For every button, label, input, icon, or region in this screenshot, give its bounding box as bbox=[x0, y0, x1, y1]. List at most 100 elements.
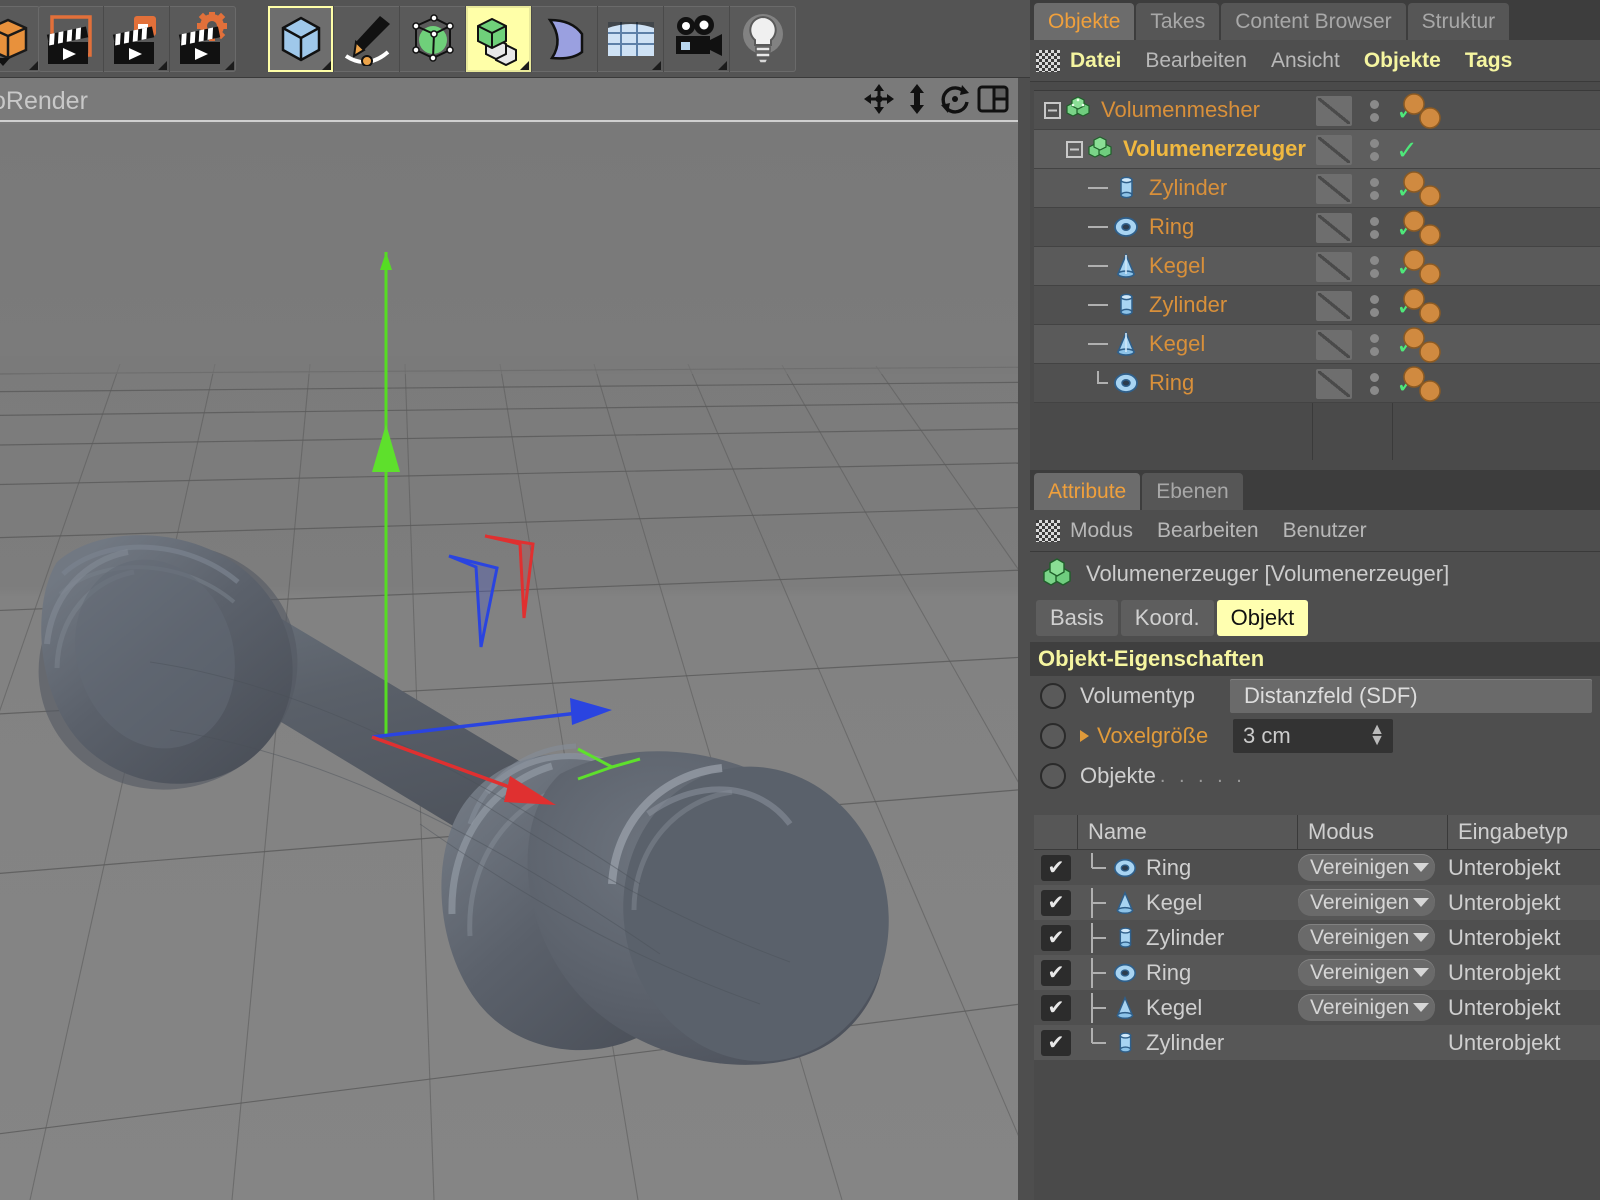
scene-objects-button[interactable] bbox=[598, 6, 664, 72]
tag-icons[interactable] bbox=[1400, 248, 1452, 286]
mode-dropdown[interactable]: Vereinigen bbox=[1298, 889, 1436, 916]
nurbs-button[interactable] bbox=[400, 6, 466, 72]
tab-attribute[interactable]: Attribute bbox=[1034, 473, 1141, 510]
row-checkbox[interactable]: ✔ bbox=[1041, 924, 1071, 951]
voxelgroesse-input[interactable]: 3 cm ▲ ▼ bbox=[1233, 719, 1393, 753]
visibility-dots[interactable] bbox=[1352, 177, 1396, 200]
expander-triangle-icon[interactable] bbox=[1080, 730, 1089, 742]
stepper-icon[interactable]: ▲ ▼ bbox=[1369, 722, 1385, 749]
row-checkbox[interactable]: ✔ bbox=[1041, 1029, 1071, 1056]
layer-swatch[interactable] bbox=[1316, 173, 1352, 204]
visibility-dots[interactable] bbox=[1352, 333, 1396, 356]
pill-basis[interactable]: Basis bbox=[1036, 600, 1118, 636]
tree-row-ring-2[interactable]: Ring ✓ bbox=[1034, 364, 1600, 403]
menu-datei[interactable]: Datei bbox=[1070, 49, 1121, 73]
voxelgroesse-value: 3 cm bbox=[1243, 723, 1291, 748]
menu-bearbeiten-attr[interactable]: Bearbeiten bbox=[1157, 519, 1259, 543]
table-row[interactable]: ✔ Zylinder Vereinigen Unterobjekt bbox=[1034, 920, 1600, 955]
table-row[interactable]: ✔ Kegel Vereinigen Unterobjekt bbox=[1034, 990, 1600, 1025]
tag-icons[interactable] bbox=[1400, 170, 1452, 208]
menu-objekte[interactable]: Objekte bbox=[1364, 49, 1441, 73]
menu-bearbeiten[interactable]: Bearbeiten bbox=[1145, 49, 1247, 73]
row-checkbox[interactable]: ✔ bbox=[1041, 959, 1071, 986]
menu-benutzer[interactable]: Benutzer bbox=[1283, 519, 1367, 543]
tree-row-volumenerzeuger[interactable]: Volumenerzeuger ✓ bbox=[1034, 130, 1600, 169]
mode-dropdown[interactable]: Vereinigen bbox=[1298, 959, 1436, 986]
viewport[interactable]: oRender bbox=[0, 78, 1018, 1200]
visibility-dots[interactable] bbox=[1352, 294, 1396, 317]
layer-swatch[interactable] bbox=[1316, 212, 1352, 243]
render-picture-viewer-button[interactable] bbox=[104, 6, 170, 72]
mode-dropdown[interactable]: Vereinigen bbox=[1298, 854, 1436, 881]
dolly-camera-icon[interactable] bbox=[900, 82, 934, 116]
pill-objekt[interactable]: Objekt bbox=[1216, 600, 1309, 636]
menu-tags[interactable]: Tags bbox=[1465, 49, 1512, 73]
tag-icons[interactable] bbox=[1400, 209, 1452, 247]
render-view-button[interactable] bbox=[38, 6, 104, 72]
primitives-button[interactable] bbox=[268, 6, 334, 72]
expander-icon[interactable] bbox=[1064, 138, 1086, 160]
mode-dropdown[interactable]: Vereinigen bbox=[1298, 994, 1436, 1021]
tab-takes[interactable]: Takes bbox=[1136, 3, 1220, 40]
tag-icons[interactable] bbox=[1400, 287, 1452, 325]
visibility-dots[interactable] bbox=[1352, 255, 1396, 278]
tree-row-zylinder-1[interactable]: Zylinder ✓ bbox=[1034, 169, 1600, 208]
tree-row-zylinder-2[interactable]: Zylinder ✓ bbox=[1034, 286, 1600, 325]
volumentyp-select[interactable]: Distanzfeld (SDF) bbox=[1230, 679, 1592, 713]
pill-koord[interactable]: Koord. bbox=[1120, 600, 1214, 636]
move-camera-icon[interactable] bbox=[862, 82, 896, 116]
render-settings-button[interactable] bbox=[170, 6, 236, 72]
table-row[interactable]: ✔ Zylinder Unterobjekt bbox=[1034, 1025, 1600, 1060]
visibility-dots[interactable] bbox=[1352, 372, 1396, 395]
tree-row-kegel-1[interactable]: Kegel ✓ bbox=[1034, 247, 1600, 286]
viewport-3d-scene[interactable] bbox=[0, 124, 1018, 1200]
undo-button[interactable] bbox=[0, 6, 40, 72]
layer-swatch[interactable] bbox=[1316, 251, 1352, 282]
volume-button[interactable] bbox=[466, 6, 532, 72]
row-checkbox[interactable]: ✔ bbox=[1041, 854, 1071, 881]
animate-dot-icon[interactable] bbox=[1040, 683, 1066, 709]
drag-handle-icon[interactable] bbox=[1036, 49, 1060, 72]
mode-dropdown[interactable]: Vereinigen bbox=[1298, 924, 1436, 951]
menu-modus[interactable]: Modus bbox=[1070, 519, 1133, 543]
tag-icons[interactable] bbox=[1400, 365, 1452, 403]
enabled-check-icon[interactable]: ✓ bbox=[1396, 137, 1418, 163]
visibility-dots[interactable] bbox=[1352, 138, 1396, 161]
tab-content-browser[interactable]: Content Browser bbox=[1221, 3, 1406, 40]
table-row[interactable]: ✔ Ring Vereinigen Unterobjekt bbox=[1034, 955, 1600, 990]
row-checkbox[interactable]: ✔ bbox=[1041, 889, 1071, 916]
tab-ebenen[interactable]: Ebenen bbox=[1142, 473, 1243, 510]
viewport-layout-icon[interactable] bbox=[976, 82, 1010, 116]
layer-swatch[interactable] bbox=[1316, 290, 1352, 321]
tag-icons[interactable] bbox=[1400, 92, 1452, 130]
tab-struktur[interactable]: Struktur bbox=[1407, 3, 1510, 40]
row-checkbox[interactable]: ✔ bbox=[1041, 994, 1071, 1021]
table-row[interactable]: ✔ Ring Vereinigen Unterobjekt bbox=[1034, 850, 1600, 885]
drag-handle-icon[interactable] bbox=[1036, 519, 1060, 542]
menu-ansicht[interactable]: Ansicht bbox=[1271, 49, 1340, 73]
tree-line-icon bbox=[1088, 343, 1108, 345]
rotate-camera-icon[interactable] bbox=[938, 82, 972, 116]
property-label: Volumentyp bbox=[1080, 683, 1195, 708]
light-button[interactable] bbox=[730, 6, 796, 72]
tab-objekte[interactable]: Objekte bbox=[1034, 3, 1135, 40]
layer-swatch[interactable] bbox=[1316, 134, 1352, 165]
animate-dot-icon[interactable] bbox=[1040, 763, 1066, 789]
animate-dot-icon[interactable] bbox=[1040, 723, 1066, 749]
visibility-dots[interactable] bbox=[1352, 99, 1396, 122]
tag-icons[interactable] bbox=[1400, 326, 1452, 364]
layer-swatch[interactable] bbox=[1316, 368, 1352, 399]
layer-swatch[interactable] bbox=[1316, 95, 1352, 126]
objects-table[interactable]: Name Modus Eingabetyp ✔ Ring Vereinigen bbox=[1034, 815, 1600, 1200]
table-row[interactable]: ✔ Kegel Vereinigen Unterobjekt bbox=[1034, 885, 1600, 920]
layer-swatch[interactable] bbox=[1316, 329, 1352, 360]
visibility-dots[interactable] bbox=[1352, 216, 1396, 239]
spline-tools-button[interactable] bbox=[334, 6, 400, 72]
camera-button[interactable] bbox=[664, 6, 730, 72]
tree-row-volumenmesher[interactable]: Volumenmesher ✓ bbox=[1034, 91, 1600, 130]
tree-row-ring-1[interactable]: Ring ✓ bbox=[1034, 208, 1600, 247]
expander-icon[interactable] bbox=[1042, 99, 1064, 121]
object-tree[interactable]: Volumenmesher ✓ bbox=[1034, 90, 1600, 460]
deformer-button[interactable] bbox=[532, 6, 598, 72]
tree-row-kegel-2[interactable]: Kegel ✓ bbox=[1034, 325, 1600, 364]
